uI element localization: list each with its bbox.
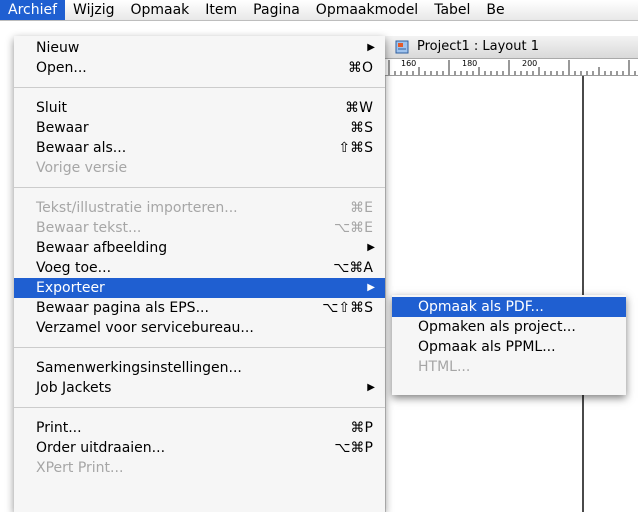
menu-item-shortcut: ⌘E	[350, 200, 373, 216]
menubar-item-opmaakmodel[interactable]: Opmaakmodel	[308, 0, 426, 20]
menu-item-shortcut: ⌥⌘E	[334, 220, 373, 236]
layout-page	[385, 76, 584, 512]
submenu-item-opmaak-als-pdf[interactable]: Opmaak als PDF...	[392, 297, 626, 317]
submenu-item-label: Opmaak als PPML...	[418, 339, 556, 355]
menu-item-label: Bewaar tekst...	[36, 220, 142, 236]
menu-item-voeg-toe[interactable]: Voeg toe... ⌥⌘A	[14, 258, 385, 278]
menu-item-exporteer[interactable]: Exporteer ▶	[14, 278, 385, 298]
menu-item-label: Exporteer	[36, 280, 105, 296]
archief-menu: Nieuw ▶ Open... ⌘O Sluit ⌘W Bewaar ⌘S Be…	[14, 36, 385, 512]
menu-item-tekst-importeren: Tekst/illustratie importeren... ⌘E	[14, 198, 385, 218]
submenu-arrow-icon: ▶	[367, 242, 375, 253]
menu-item-xpert-print: XPert Print...	[14, 458, 385, 478]
submenu-arrow-icon: ▶	[367, 382, 375, 393]
menu-item-shortcut: ⇧⌘S	[338, 140, 373, 156]
menu-item-samenwerkingsinstellingen[interactable]: Samenwerkingsinstellingen...	[14, 358, 385, 378]
menu-item-bewaar-afbeelding[interactable]: Bewaar afbeelding ▶	[14, 238, 385, 258]
menu-item-shortcut: ⌥⇧⌘S	[322, 300, 373, 316]
menu-item-job-jackets[interactable]: Job Jackets ▶	[14, 378, 385, 398]
ruler-label-180: 180	[462, 59, 478, 68]
menu-item-label: Bewaar	[36, 120, 89, 136]
ruler-label-200: 200	[522, 59, 538, 68]
menu-item-vorige-versie: Vorige versie	[14, 158, 385, 178]
ruler-label-160: 160	[401, 59, 417, 68]
submenu-item-label: HTML...	[418, 359, 471, 375]
horizontal-ruler[interactable]: 160 180 200	[385, 59, 638, 76]
document-window: Project1 : Layout 1 160 180 200	[385, 36, 638, 512]
menu-item-shortcut: ⌥⌘P	[334, 440, 373, 456]
menu-item-label: Job Jackets	[36, 380, 112, 396]
menu-item-label: Open...	[36, 60, 87, 76]
menu-item-bewaar-pagina-eps[interactable]: Bewaar pagina als EPS... ⌥⇧⌘S	[14, 298, 385, 318]
menu-item-shortcut: ⌥⌘A	[333, 260, 373, 276]
exporteer-submenu: Opmaak als PDF... Opmaken als project...…	[392, 295, 626, 395]
menubar-item-archief[interactable]: Archief	[0, 0, 66, 20]
menu-separator	[14, 407, 385, 408]
menubar-item-item[interactable]: Item	[197, 0, 245, 20]
menubar-item-wijzig[interactable]: Wijzig	[65, 0, 122, 20]
menubar-item-opmaak[interactable]: Opmaak	[122, 0, 197, 20]
menu-item-sluit[interactable]: Sluit ⌘W	[14, 98, 385, 118]
submenu-item-html: HTML...	[392, 357, 626, 377]
menu-item-label: Bewaar afbeelding	[36, 240, 168, 256]
submenu-arrow-icon: ▶	[367, 42, 375, 53]
menu-bar: Archief Wijzig Opmaak Item Pagina Opmaak…	[0, 0, 638, 21]
menu-item-nieuw[interactable]: Nieuw ▶	[14, 38, 385, 58]
menu-item-label: Bewaar als...	[36, 140, 127, 156]
menu-item-shortcut: ⌘W	[345, 100, 373, 116]
menu-item-label: Nieuw	[36, 40, 80, 56]
menu-item-label: Voeg toe...	[36, 260, 112, 276]
menu-item-verzamel-servicebureau[interactable]: Verzamel voor servicebureau...	[14, 318, 385, 338]
menu-item-open[interactable]: Open... ⌘O	[14, 58, 385, 78]
menu-separator	[14, 187, 385, 188]
menu-item-label: Order uitdraaien...	[36, 440, 166, 456]
menubar-item-be[interactable]: Be	[478, 0, 512, 20]
document-canvas[interactable]	[385, 76, 638, 512]
menu-item-label: Verzamel voor servicebureau...	[36, 320, 254, 336]
document-icon	[395, 40, 409, 54]
menu-item-shortcut: ⌘S	[350, 120, 373, 136]
submenu-item-label: Opmaken als project...	[418, 319, 576, 335]
menu-item-label: Vorige versie	[36, 160, 128, 176]
submenu-item-opmaak-als-ppml[interactable]: Opmaak als PPML...	[392, 337, 626, 357]
menu-item-bewaar[interactable]: Bewaar ⌘S	[14, 118, 385, 138]
document-title: Project1 : Layout 1	[417, 39, 539, 54]
menu-item-label: Sluit	[36, 100, 68, 116]
submenu-item-label: Opmaak als PDF...	[418, 299, 544, 315]
menu-item-order-uitdraaien[interactable]: Order uitdraaien... ⌥⌘P	[14, 438, 385, 458]
menu-item-label: Bewaar pagina als EPS...	[36, 300, 209, 316]
menu-item-shortcut: ⌘P	[350, 420, 373, 436]
submenu-arrow-icon: ▶	[367, 282, 375, 293]
menu-separator	[14, 347, 385, 348]
menu-item-bewaar-tekst: Bewaar tekst... ⌥⌘E	[14, 218, 385, 238]
menu-item-label: Samenwerkingsinstellingen...	[36, 360, 242, 376]
menu-item-shortcut: ⌘O	[347, 60, 373, 76]
menubar-item-pagina[interactable]: Pagina	[245, 0, 308, 20]
menu-separator	[14, 87, 385, 88]
document-titlebar[interactable]: Project1 : Layout 1	[385, 36, 638, 59]
menu-item-bewaar-als[interactable]: Bewaar als... ⇧⌘S	[14, 138, 385, 158]
menubar-item-tabel[interactable]: Tabel	[426, 0, 478, 20]
menu-item-label: XPert Print...	[36, 460, 124, 476]
menu-item-label: Print...	[36, 420, 82, 436]
menu-item-label: Tekst/illustratie importeren...	[36, 200, 238, 216]
submenu-item-opmaken-als-project[interactable]: Opmaken als project...	[392, 317, 626, 337]
menu-item-print[interactable]: Print... ⌘P	[14, 418, 385, 438]
